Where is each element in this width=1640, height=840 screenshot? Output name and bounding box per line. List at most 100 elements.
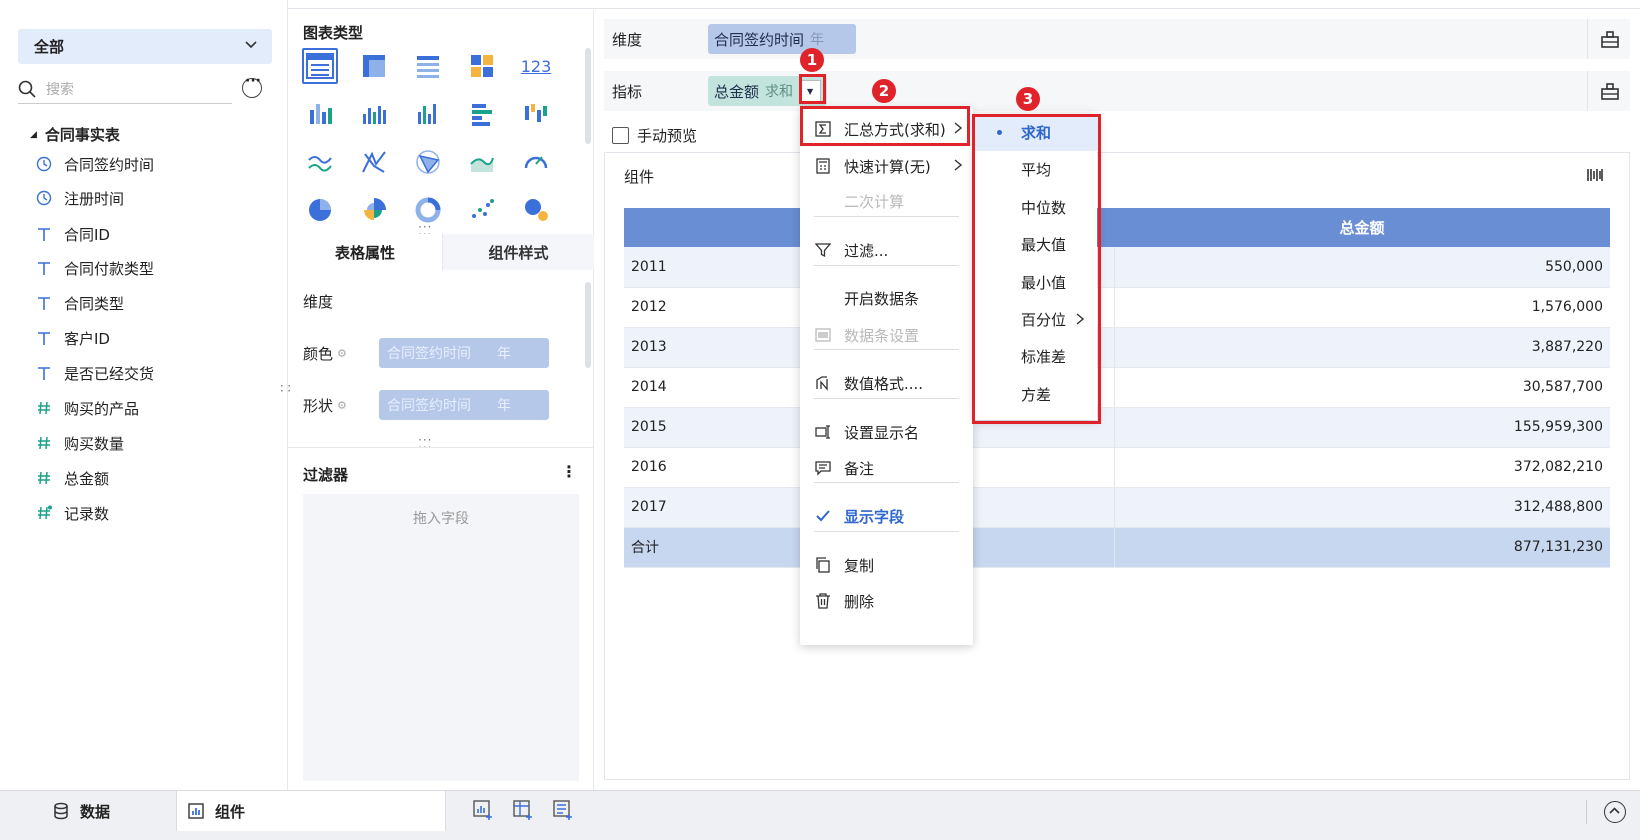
chevron-down-icon bbox=[245, 41, 257, 49]
checkbox[interactable] bbox=[612, 127, 629, 144]
field-item[interactable]: 是否已经交货 bbox=[36, 361, 154, 385]
field-item[interactable]: 购买数量 bbox=[36, 431, 124, 455]
gauge-chart-icon[interactable] bbox=[518, 144, 554, 180]
menu-item-label: 复制 bbox=[844, 556, 875, 575]
annotation-box-3 bbox=[972, 114, 1101, 424]
table-row[interactable]: 2016 372,082,210 bbox=[624, 447, 1610, 488]
table-row[interactable]: 2017 312,488,800 bbox=[624, 487, 1610, 528]
expand-up-icon[interactable] bbox=[1604, 801, 1626, 823]
scope-dropdown[interactable]: 全部 bbox=[18, 29, 272, 64]
add-text-icon[interactable] bbox=[552, 799, 574, 821]
bubble-chart-icon[interactable] bbox=[518, 192, 554, 228]
data-table: 总金额 2011 550,000 2012 1,576,000 2013 3,887,22… bbox=[624, 208, 1610, 568]
table-row[interactable]: 2015 155,959,300 bbox=[624, 407, 1610, 448]
field-item[interactable]: 合同签约时间 bbox=[36, 152, 154, 176]
field-label: 合同类型 bbox=[64, 294, 125, 313]
resize-handle-icon[interactable]: ⁚⁚⁚ bbox=[418, 437, 432, 451]
calculator-icon bbox=[814, 157, 832, 175]
amount-cell: 3,887,220 bbox=[1113, 327, 1610, 368]
table-chart-icon[interactable] bbox=[302, 48, 338, 84]
menu-item[interactable]: 快速计算(无) bbox=[800, 147, 973, 185]
table-header-cell[interactable]: 总金额 bbox=[1114, 208, 1610, 247]
tab-widget[interactable]: 组件 bbox=[176, 791, 446, 831]
multi-column-icon[interactable] bbox=[410, 96, 446, 132]
waterfall-chart-icon[interactable] bbox=[518, 96, 554, 132]
menu-item[interactable]: 过滤... bbox=[800, 231, 973, 269]
filter-more-icon[interactable]: ⋮ bbox=[561, 462, 577, 481]
pie-chart-icon[interactable] bbox=[302, 192, 338, 228]
table-row[interactable]: 2014 30,587,700 bbox=[624, 367, 1610, 408]
divider bbox=[1587, 71, 1588, 111]
menu-item[interactable]: 数值格式.... bbox=[800, 364, 973, 402]
line-chart-icon[interactable] bbox=[302, 144, 338, 180]
column-chart-icon[interactable] bbox=[356, 96, 392, 132]
field-item[interactable]: 记录数 bbox=[36, 501, 109, 525]
more-options-icon[interactable] bbox=[242, 73, 262, 98]
field-item[interactable]: 客户ID bbox=[36, 326, 110, 350]
radar-chart-icon[interactable] bbox=[410, 144, 446, 180]
scatter-chart-icon[interactable] bbox=[464, 192, 500, 228]
measure-shelf-label: 指标 bbox=[612, 82, 643, 101]
field-item[interactable]: 注册时间 bbox=[36, 186, 124, 210]
menu-item[interactable]: 设置显示名 bbox=[800, 413, 973, 451]
kpi-number-icon[interactable]: 123 bbox=[518, 48, 554, 84]
color-field-pill[interactable]: 合同签约时间 年 bbox=[379, 338, 549, 368]
shape-field-pill[interactable]: 合同签约时间 年 bbox=[379, 390, 549, 420]
table-row[interactable]: 2012 1,576,000 bbox=[624, 287, 1610, 328]
search-input[interactable]: 搜索 bbox=[18, 74, 232, 104]
field-item[interactable]: 合同类型 bbox=[36, 291, 124, 315]
scope-label: 全部 bbox=[34, 38, 65, 56]
donut-chart-icon[interactable] bbox=[410, 192, 446, 228]
dimension-row: 维度 bbox=[303, 280, 579, 322]
clear-shelf-icon[interactable] bbox=[1600, 81, 1620, 101]
dimension-pill[interactable]: 合同签约时间 年 bbox=[708, 24, 856, 54]
number-type-icon bbox=[36, 470, 52, 486]
radar-line-icon[interactable] bbox=[356, 144, 392, 180]
chart-type-scrollbar[interactable] bbox=[585, 48, 591, 144]
gear-icon[interactable]: ⚙ bbox=[337, 399, 347, 412]
area-chart-icon[interactable] bbox=[464, 144, 500, 180]
tab-table-properties[interactable]: 表格属性 bbox=[288, 234, 442, 270]
menu-item[interactable]: 显示字段 bbox=[800, 497, 973, 535]
amount-cell: 550,000 bbox=[1113, 247, 1610, 288]
filter-drop-zone[interactable]: 拖入字段 bbox=[303, 494, 579, 781]
panel-resize-icon[interactable]: ⁚⁚ bbox=[278, 384, 292, 394]
measure-shelf[interactable]: 指标 总金额 求和 ▼ bbox=[604, 71, 1630, 111]
field-item[interactable]: 合同ID bbox=[36, 222, 110, 246]
barcode-icon[interactable] bbox=[1586, 166, 1604, 184]
clear-shelf-icon[interactable] bbox=[1600, 29, 1620, 49]
menu-item-label: 设置显示名 bbox=[844, 423, 920, 442]
add-table-icon[interactable] bbox=[512, 799, 534, 821]
table-node[interactable]: ◢ 合同事实表 bbox=[30, 124, 120, 145]
add-widget-icon[interactable] bbox=[472, 799, 494, 821]
menu-item[interactable]: 开启数据条 bbox=[800, 279, 973, 317]
field-item[interactable]: 购买的产品 bbox=[36, 396, 139, 420]
menu-separator bbox=[814, 349, 959, 350]
gear-icon[interactable]: ⚙ bbox=[337, 347, 347, 360]
property-scrollbar[interactable] bbox=[585, 282, 591, 368]
collapse-triangle-icon[interactable]: ◢ bbox=[30, 130, 37, 140]
field-label: 是否已经交货 bbox=[64, 364, 155, 383]
tab-data[interactable]: 数据 bbox=[52, 791, 110, 831]
menu-item-label: 显示字段 bbox=[844, 507, 905, 526]
manual-preview-toggle[interactable]: 手动预览 bbox=[612, 125, 697, 146]
text-type-icon bbox=[36, 260, 52, 276]
bar-chart-icon[interactable] bbox=[464, 96, 500, 132]
menu-item[interactable]: 复制 bbox=[800, 546, 973, 584]
amount-cell: 1,576,000 bbox=[1113, 287, 1610, 328]
rose-chart-icon[interactable] bbox=[356, 192, 392, 228]
grouped-bar-icon[interactable] bbox=[302, 96, 338, 132]
detail-table-icon[interactable] bbox=[410, 48, 446, 84]
menu-item-label: 数据条设置 bbox=[844, 326, 920, 345]
mosaic-chart-icon[interactable] bbox=[464, 48, 500, 84]
field-item[interactable]: 总金额 bbox=[36, 466, 109, 490]
tab-widget-style[interactable]: 组件样式 bbox=[442, 234, 594, 270]
table-row[interactable]: 2011 550,000 bbox=[624, 247, 1610, 288]
amount-cell: 312,488,800 bbox=[1113, 487, 1610, 528]
dimension-shelf[interactable]: 维度 合同签约时间 年 bbox=[604, 19, 1630, 59]
menu-item[interactable]: 删除 bbox=[800, 582, 973, 620]
color-label: 颜色 bbox=[303, 344, 334, 363]
field-item[interactable]: 合同付款类型 bbox=[36, 256, 154, 280]
table-row[interactable]: 2013 3,887,220 bbox=[624, 327, 1610, 368]
cross-table-icon[interactable] bbox=[356, 48, 392, 84]
